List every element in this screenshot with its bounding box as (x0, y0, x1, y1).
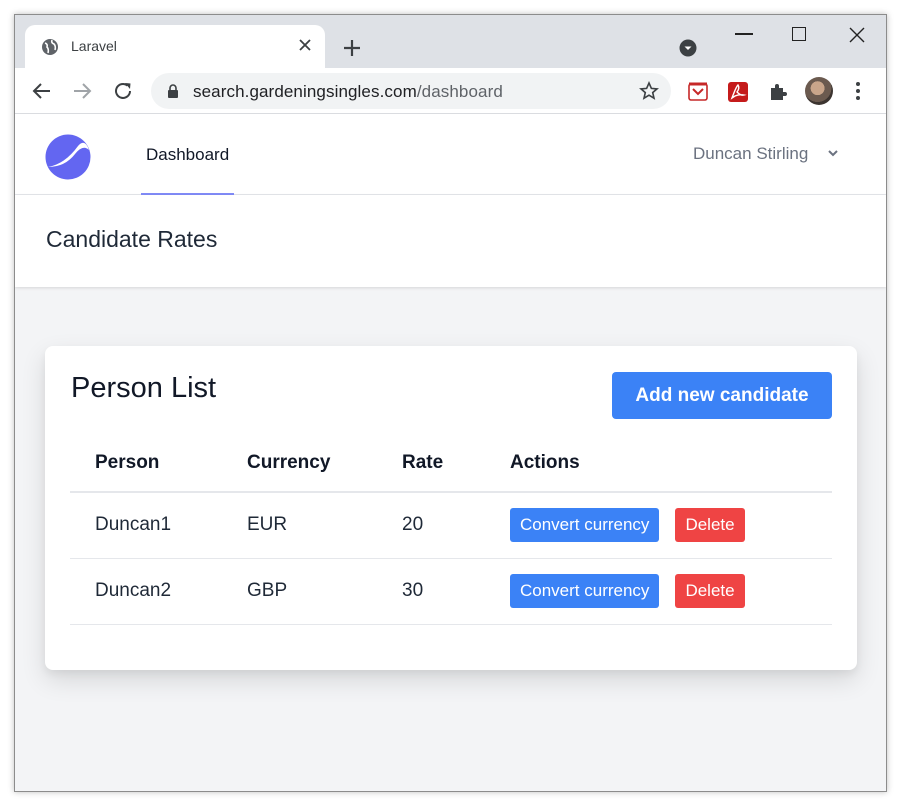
browser-tab[interactable]: Laravel (25, 25, 325, 68)
cell-rate: 30 (377, 558, 485, 625)
tab-search-icon[interactable] (679, 39, 697, 57)
person-table: Person Currency Rate Actions Duncan1 EUR… (70, 434, 832, 625)
pdf-extension-icon[interactable] (727, 81, 749, 103)
url-path: /dashboard (416, 82, 503, 101)
address-bar[interactable]: search.gardeningsingles.com/dashboard (151, 73, 671, 109)
nav-link-dashboard-label: Dashboard (146, 145, 230, 164)
add-new-candidate-button[interactable]: Add new candidate (612, 372, 832, 419)
puzzle-extensions-icon[interactable] (767, 81, 789, 103)
table-row: Duncan1 EUR 20 Convert currency Delete (70, 492, 832, 559)
delete-button[interactable]: Delete (675, 508, 745, 543)
cell-rate: 20 (377, 492, 485, 559)
column-header-person: Person (70, 434, 222, 493)
profile-avatar[interactable] (805, 77, 833, 105)
minimize-icon[interactable] (735, 33, 753, 35)
tab-strip: Laravel (15, 15, 886, 68)
page-header: Candidate Rates (15, 195, 886, 287)
app-logo-icon[interactable] (45, 134, 91, 180)
close-tab-icon[interactable] (295, 35, 315, 55)
cell-actions: Convert currency Delete (485, 558, 832, 625)
pocket-extension-icon[interactable] (687, 81, 709, 103)
delete-button[interactable]: Delete (675, 574, 745, 608)
app-navbar: Dashboard Duncan Stirling (15, 114, 886, 195)
convert-currency-button[interactable]: Convert currency (510, 508, 660, 543)
table-row: Duncan2 GBP 30 Convert currency Delete (70, 558, 832, 625)
column-header-actions: Actions (485, 434, 832, 493)
column-header-rate: Rate (377, 434, 485, 493)
bookmark-star-icon[interactable] (639, 81, 659, 101)
page-title: Candidate Rates (46, 226, 218, 252)
browser-toolbar: search.gardeningsingles.com/dashboard (15, 68, 886, 114)
reload-icon[interactable] (112, 80, 134, 102)
lock-icon[interactable] (167, 84, 179, 98)
card-title: Person List (71, 372, 217, 404)
page-content: Dashboard Duncan Stirling Candidate Rate… (15, 114, 886, 791)
forward-arrow-icon[interactable] (71, 80, 93, 102)
url-text[interactable]: search.gardeningsingles.com/dashboard (193, 82, 503, 102)
maximize-icon[interactable] (792, 27, 806, 41)
column-header-currency: Currency (222, 434, 377, 493)
cell-currency: EUR (222, 492, 377, 559)
tab-title: Laravel (71, 38, 117, 54)
browser-window: Laravel search.gardeningsingles.com/dash… (14, 14, 887, 792)
cell-currency: GBP (222, 558, 377, 625)
cell-actions: Convert currency Delete (485, 492, 832, 559)
nav-link-dashboard[interactable]: Dashboard (141, 114, 235, 195)
globe-icon (42, 39, 58, 55)
user-menu[interactable]: Duncan Stirling (693, 144, 808, 164)
new-tab-icon[interactable] (341, 37, 363, 59)
table-header-row: Person Currency Rate Actions (70, 434, 832, 493)
convert-currency-button[interactable]: Convert currency (510, 574, 660, 608)
window-close-icon[interactable] (849, 27, 865, 43)
browser-menu-icon[interactable] (855, 80, 861, 102)
person-list-card: Person List Add new candidate Person Cur… (45, 346, 857, 670)
back-arrow-icon[interactable] (31, 80, 53, 102)
chevron-down-icon[interactable] (827, 149, 839, 159)
url-host: search.gardeningsingles.com (193, 82, 417, 101)
cell-person: Duncan1 (70, 492, 222, 559)
cell-person: Duncan2 (70, 558, 222, 625)
